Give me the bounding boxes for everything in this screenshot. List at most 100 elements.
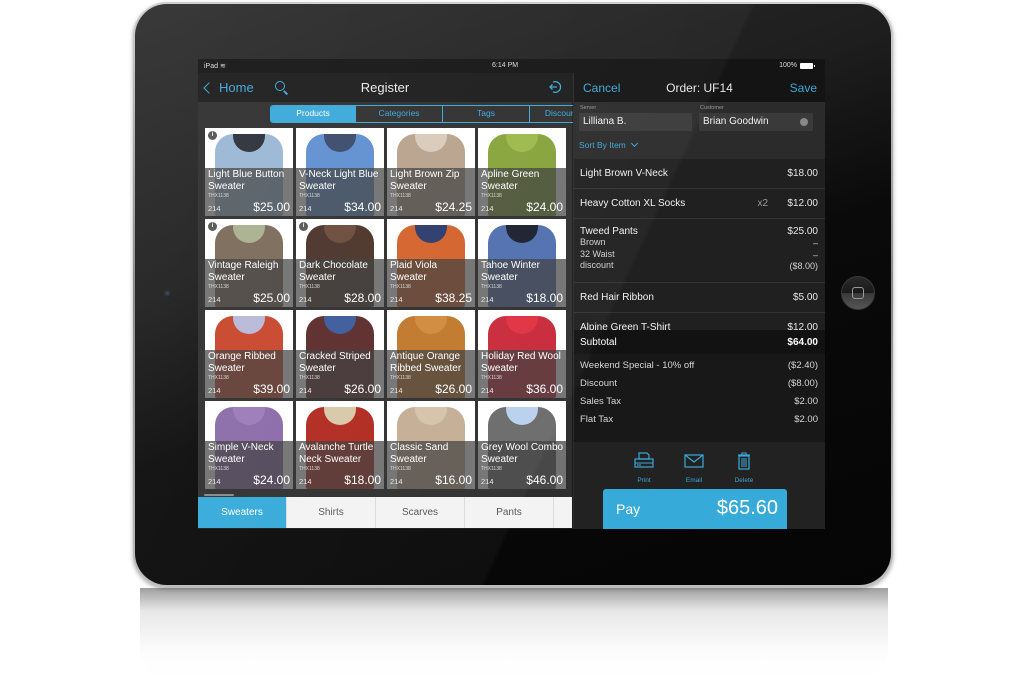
product-sku: THX1138	[481, 466, 502, 472]
product-card[interactable]: Cracked Striped Sweater THX1138 214 $26.00	[296, 310, 384, 398]
product-overlay: Tahoe Winter Sweater THX1138 214 $18.00	[478, 259, 566, 307]
status-time: 6:14 PM	[492, 62, 519, 69]
segmented-control: Products Categories Tags Discounts	[270, 105, 598, 123]
product-card[interactable]: i Dark Chocolate Sweater THX1138 214 $28.00	[296, 219, 384, 307]
category-tab-win[interactable]: Win	[554, 497, 572, 528]
item-name: Red Hair Ribbon	[580, 292, 654, 303]
item-modifier: 32 Waist	[580, 248, 615, 259]
product-stock: 214	[390, 477, 403, 486]
product-overlay: Classic Sand Sweater THX1138 214 $16.00	[387, 441, 475, 489]
product-stock: 214	[390, 204, 403, 213]
customer-field[interactable]: Brian Goodwin	[699, 113, 813, 131]
product-card[interactable]: Holiday Red Wool Sweater THX1138 214 $36.00	[478, 310, 566, 398]
order-item[interactable]: Heavy Cotton XL Socks $12.00 x2	[574, 189, 825, 219]
email-button[interactable]: Email	[679, 452, 709, 484]
segment-tags[interactable]: Tags	[443, 106, 530, 122]
product-stock: 214	[481, 204, 494, 213]
logout-icon[interactable]	[548, 80, 562, 94]
product-stock: 214	[299, 477, 312, 486]
product-price: $36.00	[526, 382, 563, 396]
save-button[interactable]: Save	[790, 81, 817, 95]
product-name: Light Blue Button Sweater	[208, 169, 285, 192]
product-stock: 214	[390, 386, 403, 395]
product-card[interactable]: i Light Blue Button Sweater THX1138 214 $25.…	[205, 128, 293, 216]
tablet-device: iPad ≋ 6:14 PM 100% Home Register Produc…	[133, 2, 893, 587]
delete-label: Delete	[734, 477, 754, 484]
product-card[interactable]: Orange Ribbed Sweater THX1138 214 $39.00	[205, 310, 293, 398]
product-card[interactable]: Light Brown Zip Sweater THX1138 214 $24.25	[387, 128, 475, 216]
home-button[interactable]	[841, 276, 875, 310]
product-overlay: Plaid Viola Sweater THX1138 214 $38.25	[387, 259, 475, 307]
camera-icon	[163, 289, 173, 299]
info-icon[interactable]: i	[299, 222, 308, 231]
category-tab-sweaters[interactable]: Sweaters	[198, 497, 287, 528]
category-tab-pants[interactable]: Pants	[465, 497, 554, 528]
product-price: $46.00	[526, 473, 563, 487]
product-stock: 214	[481, 477, 494, 486]
adjustment-label: Discount	[580, 378, 617, 389]
product-sku: THX1138	[299, 466, 320, 472]
segment-categories[interactable]: Categories	[356, 106, 443, 122]
product-sku: THX1138	[208, 375, 229, 381]
product-overlay: Grey Wool Combo Sweater THX1138 214 $46.00	[478, 441, 566, 489]
category-tab-shirts[interactable]: Shirts	[287, 497, 376, 528]
product-name: Apline Green Sweater	[481, 169, 540, 192]
item-modifier-value: ($8.00)	[789, 261, 818, 271]
category-tab-bar: Sweaters Shirts Scarves Pants Win	[198, 497, 572, 528]
item-price: $12.00	[787, 198, 818, 209]
product-card[interactable]: Classic Sand Sweater THX1138 214 $16.00	[387, 401, 475, 489]
subtotal-row: Subtotal $64.00	[574, 330, 825, 354]
product-name: Plaid Viola Sweater	[390, 260, 438, 283]
product-card[interactable]: i Vintage Raleigh Sweater THX1138 214 $25.00	[205, 219, 293, 307]
adjustment-row: Flat Tax $2.00	[580, 414, 818, 425]
scroll-indicator[interactable]	[204, 494, 234, 496]
server-label: Server	[580, 105, 597, 111]
adjustment-label: Flat Tax	[580, 414, 614, 425]
order-item-list: Light Brown V-Neck $18.00 Heavy Cotton XL …	[574, 159, 825, 343]
battery-status: 100%	[779, 62, 815, 69]
info-icon[interactable]: i	[208, 131, 217, 140]
trash-icon	[738, 452, 750, 470]
product-card[interactable]: Apline Green Sweater THX1138 214 $24.00	[478, 128, 566, 216]
product-price: $24.25	[435, 200, 472, 214]
pay-button[interactable]: Pay $65.60	[603, 489, 787, 529]
product-card[interactable]: Grey Wool Combo Sweater THX1138 214 $46.00	[478, 401, 566, 489]
product-card[interactable]: Plaid Viola Sweater THX1138 214 $38.25	[387, 219, 475, 307]
order-item[interactable]: Red Hair Ribbon $5.00	[574, 283, 825, 313]
product-card[interactable]: V-Neck Light Blue Sweater THX1138 214 $34.0…	[296, 128, 384, 216]
product-name: Dark Chocolate Sweater	[299, 260, 368, 283]
product-stock: 214	[208, 295, 221, 304]
segment-products[interactable]: Products	[271, 106, 356, 122]
product-sku: THX1138	[299, 375, 320, 381]
adjustment-value: $2.00	[794, 396, 818, 407]
clear-icon[interactable]	[800, 118, 808, 126]
adjustment-label: Sales Tax	[580, 396, 622, 407]
product-card[interactable]: Tahoe Winter Sweater THX1138 214 $18.00	[478, 219, 566, 307]
info-icon[interactable]: i	[208, 222, 217, 231]
print-button[interactable]: Print	[629, 452, 659, 484]
order-item[interactable]: Light Brown V-Neck $18.00	[574, 159, 825, 189]
server-field[interactable]: Lilliana B.	[579, 113, 692, 131]
delete-button[interactable]: Delete	[729, 452, 759, 484]
order-actions: Print Email Delete Pay $65.60	[574, 442, 825, 529]
adjustment-value: $2.00	[794, 414, 818, 425]
product-overlay: Simple V-Neck Sweater THX1138 214 $24.00	[205, 441, 293, 489]
product-overlay: Dark Chocolate Sweater THX1138 214 $28.00	[296, 259, 384, 307]
sort-by-dropdown[interactable]: Sort By Item	[579, 139, 638, 150]
item-price: $5.00	[792, 292, 818, 303]
product-overlay: Holiday Red Wool Sweater THX1138 214 $36.00	[478, 350, 566, 398]
product-card[interactable]: Simple V-Neck Sweater THX1138 214 $24.00	[205, 401, 293, 489]
printer-icon	[634, 452, 654, 468]
product-card[interactable]: Avalanche Turtle Neck Sweater THX1138 214 $…	[296, 401, 384, 489]
product-stock: 214	[299, 295, 312, 304]
order-item[interactable]: Tweed Pants $25.00 Brown – 32 Waist – discount…	[574, 219, 825, 283]
product-name: Grey Wool Combo Sweater	[481, 442, 564, 465]
category-tab-scarves[interactable]: Scarves	[376, 497, 465, 528]
print-label: Print	[637, 477, 651, 484]
product-card[interactable]: Antique Orange Ribbed Sweater THX1138 214 $…	[387, 310, 475, 398]
product-sku: THX1138	[208, 466, 229, 472]
device-label: iPad ≋	[204, 62, 226, 70]
customer-value: Brian Goodwin	[703, 116, 769, 127]
product-price: $25.00	[253, 200, 290, 214]
product-overlay: Cracked Striped Sweater THX1138 214 $26.00	[296, 350, 384, 398]
